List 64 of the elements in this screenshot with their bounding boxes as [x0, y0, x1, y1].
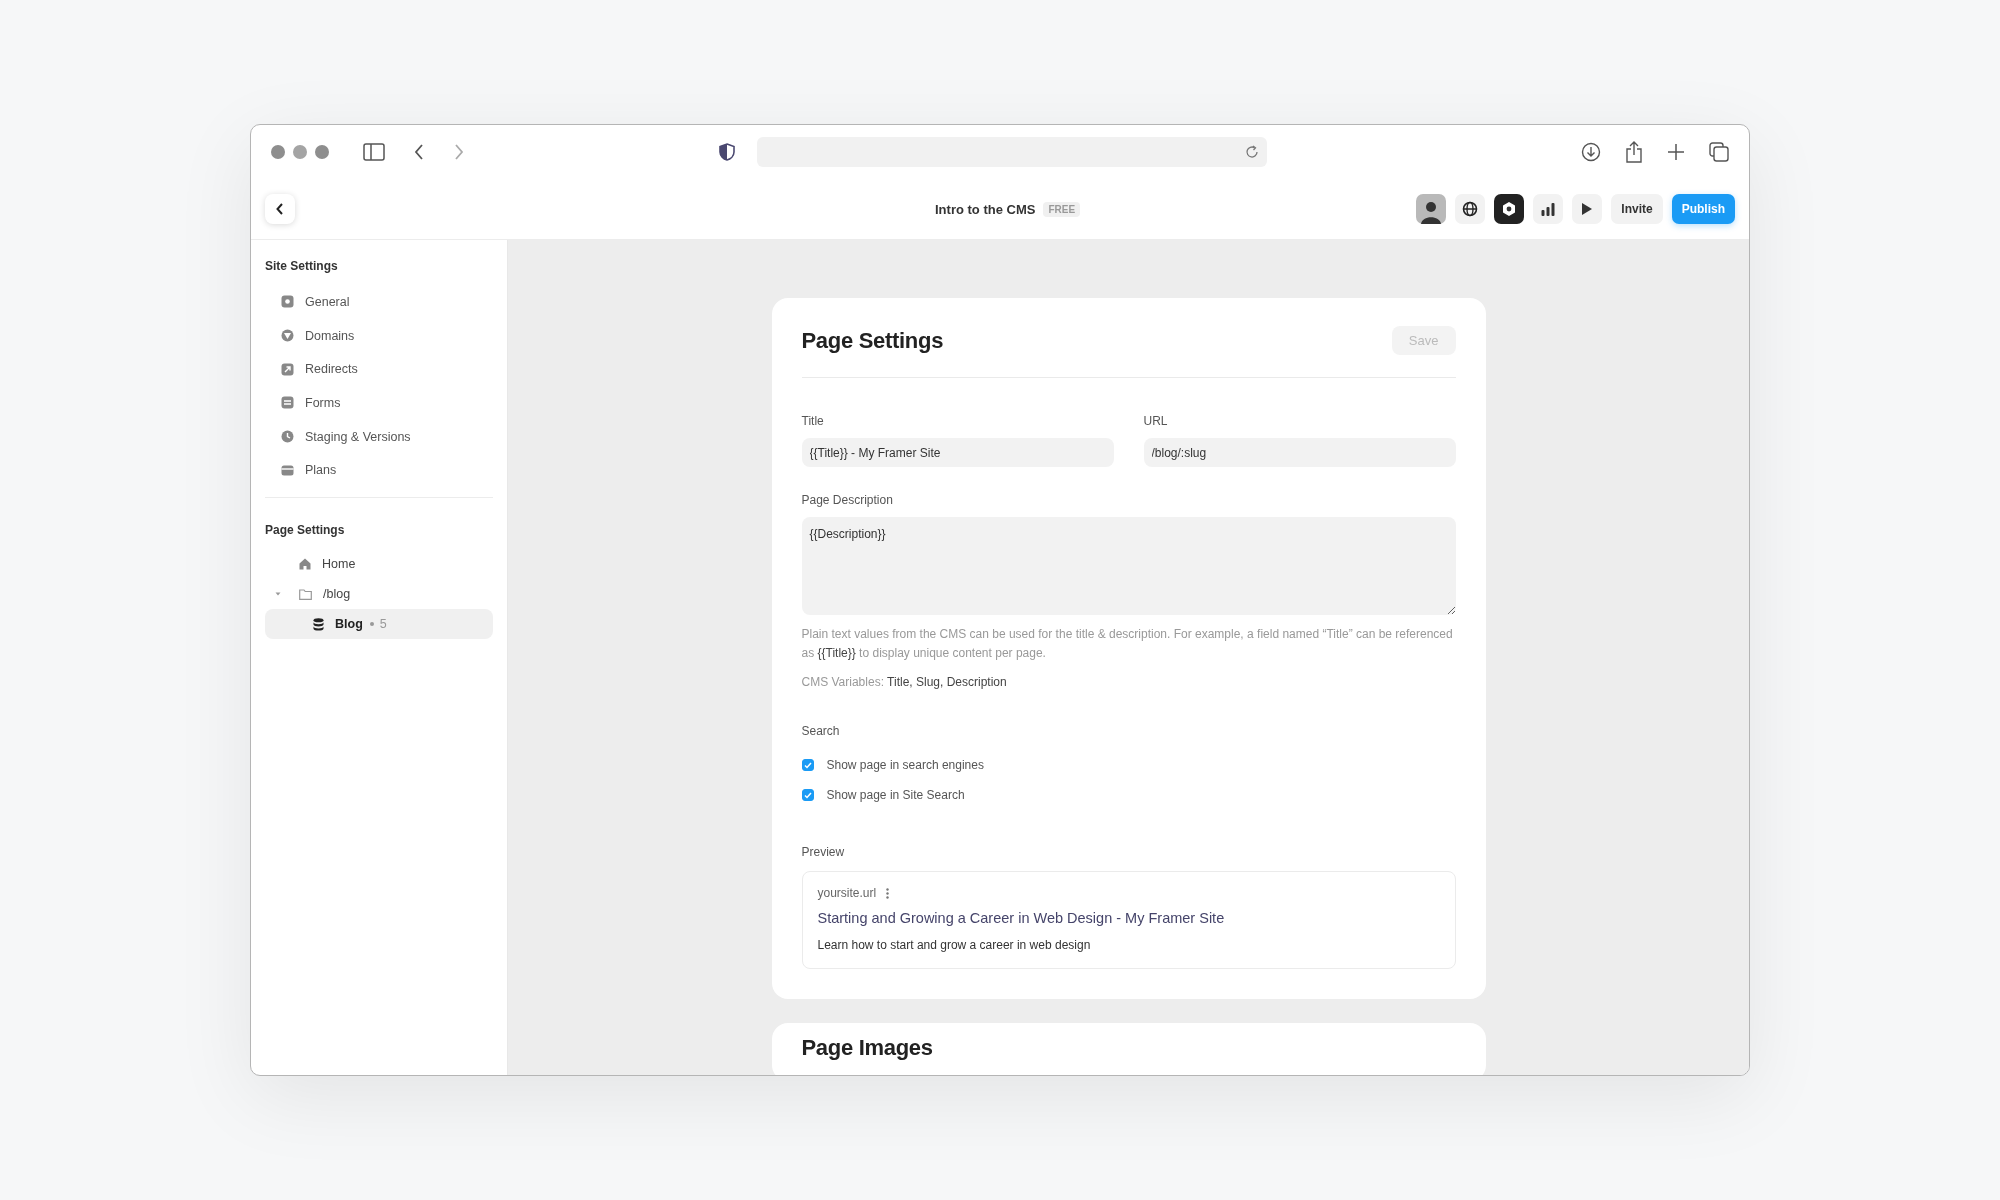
section-label: Search: [801, 724, 841, 738]
reload-icon[interactable]: [1245, 145, 1259, 159]
description-field[interactable]: {{Description}}: [801, 517, 1456, 615]
invite-button[interactable]: Invite: [1611, 194, 1663, 224]
settings-button[interactable]: [1494, 194, 1525, 224]
analytics-button[interactable]: [1533, 194, 1564, 224]
home-icon: [299, 558, 311, 571]
section-title: Site Settings: [265, 259, 338, 273]
avatar[interactable]: [1416, 194, 1447, 224]
item-count: 5: [379, 617, 387, 632]
checkbox[interactable]: [801, 789, 814, 801]
back-icon[interactable]: [413, 143, 425, 161]
share-icon[interactable]: [1625, 141, 1643, 163]
back-button[interactable]: [265, 194, 295, 224]
folder-icon: [299, 588, 312, 600]
section-title: Page Settings: [265, 523, 345, 538]
input-field[interactable]: {{Title}} - My Framer Site: [801, 438, 1114, 467]
field-label: URL: [1143, 414, 1169, 428]
input-field[interactable]: /blog/:slug: [1143, 438, 1456, 467]
tabs-icon[interactable]: [1709, 142, 1729, 162]
window-control[interactable]: [271, 145, 285, 159]
checkbox-label[interactable]: Show page in Site Search: [826, 788, 965, 802]
card-title: Page Images: [801, 1035, 934, 1061]
sidebar-icon[interactable]: [363, 143, 385, 161]
preview-description: Learn how to start and grow a career in web design: [817, 938, 1092, 952]
caret-icon[interactable]: [275, 591, 281, 598]
cms-variables-text: CMS Variables: Title, Slug, Description: [801, 675, 1008, 689]
checkbox[interactable]: [801, 759, 814, 771]
gear-icon: [281, 295, 294, 309]
preview-button[interactable]: [1572, 194, 1603, 224]
sidebar-item[interactable]: General: [265, 285, 493, 319]
hexagon-icon: [1501, 201, 1518, 217]
project-title: Intro to the CMS: [935, 201, 1036, 217]
sidebar-item[interactable]: Redirects: [265, 352, 493, 387]
sidebar-item[interactable]: Domains: [265, 318, 493, 353]
sidebar-item[interactable]: Staging & Versions: [265, 419, 493, 454]
form-icon: [281, 396, 294, 410]
field-label: Page Description: [801, 493, 894, 507]
card-icon: [281, 463, 294, 477]
chevron-left-icon: [276, 203, 284, 215]
database-icon: [313, 617, 324, 631]
sidebar-item[interactable]: Plans: [265, 453, 493, 488]
page-tree-item[interactable]: Blog 5: [265, 609, 493, 640]
globe-button[interactable]: [1455, 194, 1486, 224]
window-control[interactable]: [315, 145, 329, 159]
section-label: Preview: [801, 845, 846, 859]
help-text: Plain text values from the CMS can be used for the title & description. For example, a field named “Title” can be referenced as {{Title}} to display unique content per page.: [801, 626, 1454, 662]
shield-icon[interactable]: [719, 143, 735, 161]
play-icon: [1581, 202, 1594, 216]
preview-title: Starting and Growing a Career in Web Design - My Framer Site: [817, 910, 1226, 926]
card-title: Page Settings: [801, 327, 944, 354]
preview-url: yoursite.url: [817, 886, 877, 900]
download-icon[interactable]: [1581, 142, 1601, 162]
page-tree-item[interactable]: /blog: [265, 579, 493, 610]
clock-icon: [281, 430, 294, 444]
bar-chart-icon: [1541, 202, 1556, 216]
field-label: Title: [801, 414, 825, 428]
plus-icon[interactable]: [1667, 143, 1685, 161]
plan-badge: FREE: [1043, 201, 1081, 217]
checkbox-label[interactable]: Show page in search engines: [826, 758, 984, 772]
sidebar-item[interactable]: Forms: [265, 386, 493, 420]
more-icon: [886, 887, 890, 899]
separator-dot-icon: [369, 622, 374, 627]
page-tree-item[interactable]: Home: [265, 549, 493, 580]
